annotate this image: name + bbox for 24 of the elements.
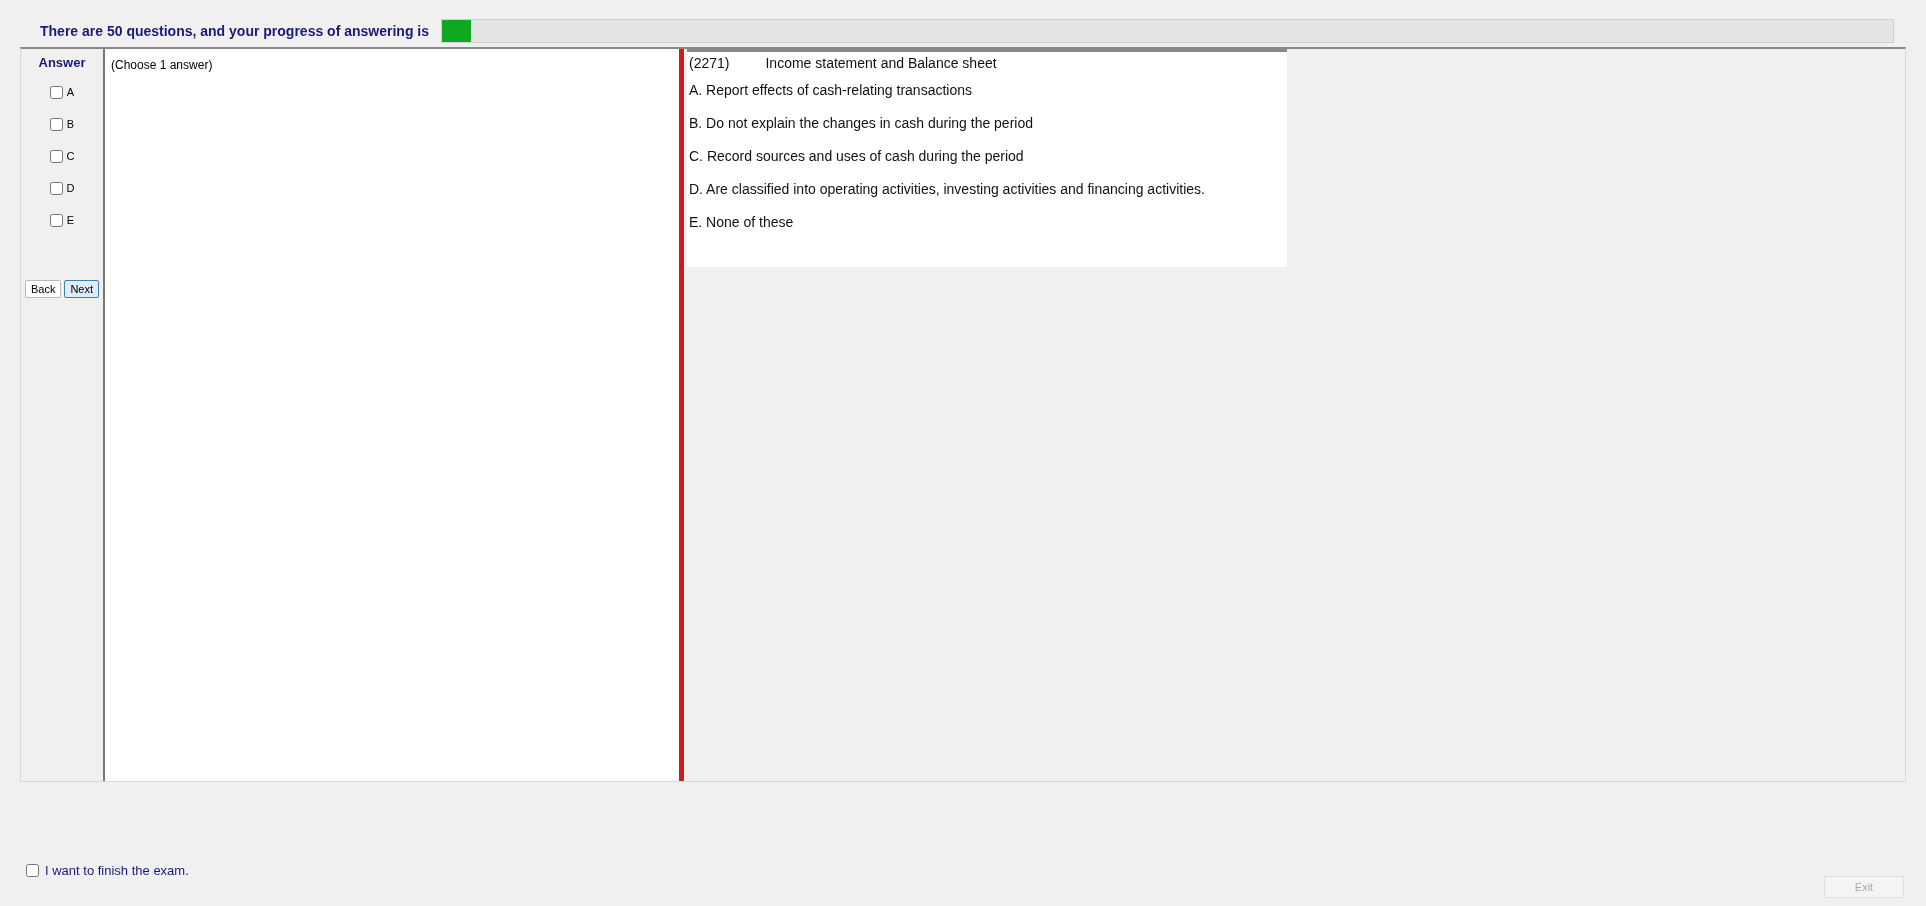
answer-checkbox[interactable] [49, 85, 63, 99]
choice-text: D. Are classified into operating activities, investing activities and financing activities. [689, 180, 1206, 199]
answer-checkbox[interactable] [49, 181, 63, 195]
answer-checkbox[interactable] [49, 117, 63, 131]
question-number: (2271) [689, 55, 730, 71]
nav-button[interactable]: Next [64, 280, 100, 298]
finish-checkbox[interactable] [26, 864, 39, 877]
choice-text: A. Report effects of cash-relating transactions [689, 81, 973, 100]
instruction-text: (Choose 1 answer) [111, 58, 213, 72]
answer-checkbox[interactable] [49, 213, 63, 227]
choice-text: E. None of these [689, 213, 795, 232]
nav-button[interactable]: Back [24, 280, 62, 298]
answer-label: C [66, 150, 75, 162]
answer-label: B [66, 118, 75, 130]
answer-label: D [66, 182, 75, 194]
choice-text: B. Do not explain the changes in cash during the period [689, 114, 1034, 133]
question-text: Income statement and Balance sheet [765, 55, 997, 71]
answer-checkbox[interactable] [49, 149, 63, 163]
finish-label: I want to finish the exam. [45, 863, 189, 878]
answer-label: A [66, 86, 75, 98]
answer-title: Answer [38, 55, 86, 70]
progress-message: There are 50 questions, and your progress of answering is [40, 23, 429, 39]
choice-text: C. Record sources and uses of cash during the period [689, 147, 1025, 166]
answer-label: E [66, 214, 75, 226]
